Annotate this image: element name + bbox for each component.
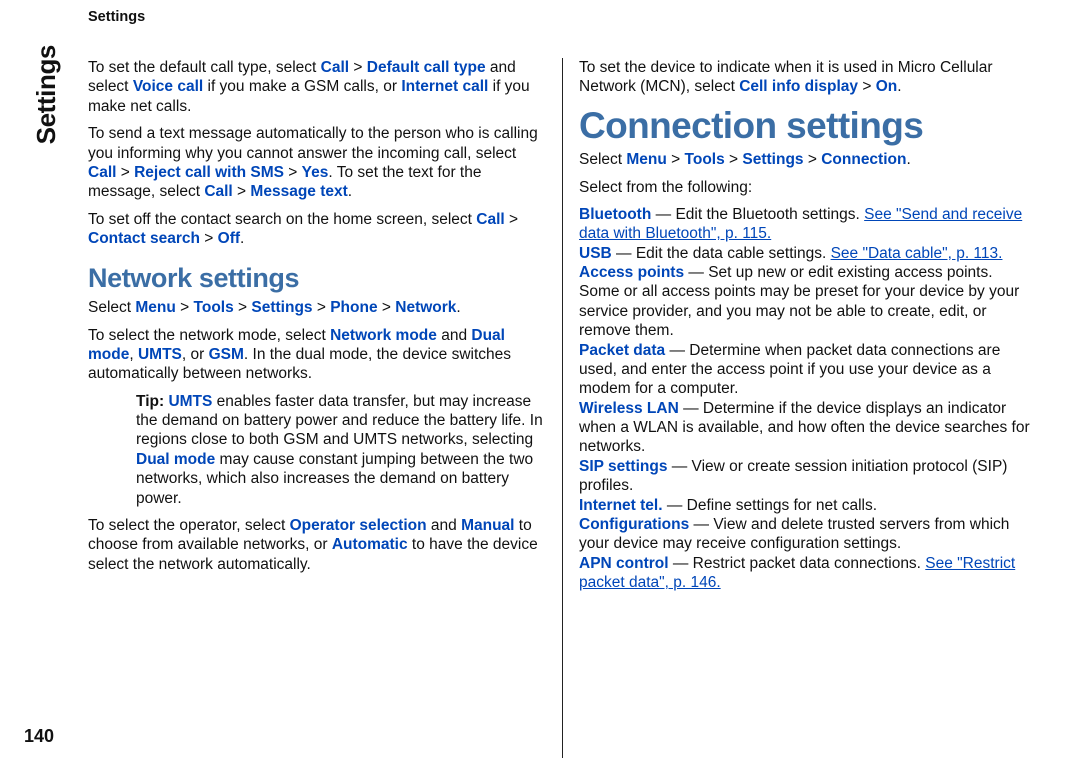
ui-internet-call: Internet call: [401, 78, 488, 95]
ui-gsm: GSM: [209, 346, 244, 363]
para-default-call-type: To set the default call type, select Cal…: [88, 58, 546, 116]
ui-sip-settings: SIP settings: [579, 458, 667, 475]
ui-tools: Tools: [194, 299, 234, 316]
item-usb: USB — Edit the data cable settings. See …: [579, 244, 1037, 263]
ui-on: On: [876, 78, 898, 95]
ui-configurations: Configurations: [579, 516, 689, 533]
para-reject-call-sms: To send a text message automatically to …: [88, 124, 546, 202]
ui-off: Off: [218, 230, 240, 247]
tip-umts-battery: Tip: UMTS enables faster data transfer, …: [88, 392, 546, 508]
item-bluetooth: Bluetooth — Edit the Bluetooth settings.…: [579, 205, 1037, 244]
xref-data-cable[interactable]: See "Data cable", p. 113.: [831, 245, 1003, 262]
ui-dual-mode: Dual mode: [136, 451, 215, 468]
ui-call: Call: [204, 183, 232, 200]
ui-reject-call-with-sms: Reject call with SMS: [134, 164, 284, 181]
ui-automatic: Automatic: [332, 536, 408, 553]
ui-yes: Yes: [302, 164, 329, 181]
ui-phone: Phone: [330, 299, 377, 316]
para-cell-info-display: To set the device to indicate when it is…: [579, 58, 1037, 97]
heading-connection-settings: Connection settings: [579, 105, 1037, 146]
tip-label: Tip:: [136, 393, 168, 410]
ui-message-text: Message text: [250, 183, 347, 200]
item-internet-tel: Internet tel. — Define settings for net …: [579, 496, 1037, 515]
ui-tools: Tools: [685, 151, 725, 168]
ui-apn-control: APN control: [579, 555, 669, 572]
left-column: To set the default call type, select Cal…: [88, 58, 562, 758]
heading-network-settings: Network settings: [88, 262, 546, 296]
ui-umts: UMTS: [138, 346, 182, 363]
two-column-body: To set the default call type, select Cal…: [88, 58, 1045, 758]
ui-network: Network: [395, 299, 456, 316]
ui-default-call-type: Default call type: [367, 59, 486, 76]
ui-call: Call: [88, 164, 116, 181]
ui-wireless-lan: Wireless LAN: [579, 400, 679, 417]
ui-cell-info-display: Cell info display: [739, 78, 858, 95]
item-apn-control: APN control — Restrict packet data conne…: [579, 554, 1037, 593]
side-section-tab: Settings: [30, 45, 63, 144]
ui-internet-tel: Internet tel.: [579, 497, 663, 514]
ui-contact-search: Contact search: [88, 230, 200, 247]
para-operator-selection: To select the operator, select Operator …: [88, 516, 546, 574]
ui-bluetooth: Bluetooth: [579, 206, 651, 223]
ui-access-points: Access points: [579, 264, 684, 281]
item-configurations: Configurations — View and delete trusted…: [579, 515, 1037, 554]
ui-operator-selection: Operator selection: [290, 517, 427, 534]
ui-call: Call: [476, 211, 504, 228]
manual-page: Settings Settings 140 To set the default…: [0, 0, 1080, 779]
item-wireless-lan: Wireless LAN — Determine if the device d…: [579, 399, 1037, 457]
para-network-mode: To select the network mode, select Netwo…: [88, 326, 546, 384]
ui-voice-call: Voice call: [133, 78, 203, 95]
ui-network-mode: Network mode: [330, 327, 437, 344]
ui-connection: Connection: [821, 151, 906, 168]
para-network-nav-path: Select Menu > Tools > Settings > Phone >…: [88, 298, 546, 317]
ui-settings: Settings: [251, 299, 312, 316]
item-packet-data: Packet data — Determine when packet data…: [579, 341, 1037, 399]
para-contact-search-off: To set off the contact search on the hom…: [88, 210, 546, 249]
ui-settings: Settings: [742, 151, 803, 168]
ui-menu: Menu: [626, 151, 666, 168]
right-column: To set the device to indicate when it is…: [563, 58, 1045, 758]
ui-call: Call: [321, 59, 349, 76]
ui-menu: Menu: [135, 299, 175, 316]
ui-usb: USB: [579, 245, 612, 262]
item-access-points: Access points — Set up new or edit exist…: [579, 263, 1037, 341]
ui-umts: UMTS: [168, 393, 212, 410]
page-number: 140: [24, 725, 54, 748]
para-connection-nav-path: Select Menu > Tools > Settings > Connect…: [579, 150, 1037, 169]
page-running-header: Settings: [88, 8, 145, 26]
ui-packet-data: Packet data: [579, 342, 665, 359]
item-sip-settings: SIP settings — View or create session in…: [579, 457, 1037, 496]
ui-manual: Manual: [461, 517, 514, 534]
para-select-following: Select from the following:: [579, 178, 1037, 197]
